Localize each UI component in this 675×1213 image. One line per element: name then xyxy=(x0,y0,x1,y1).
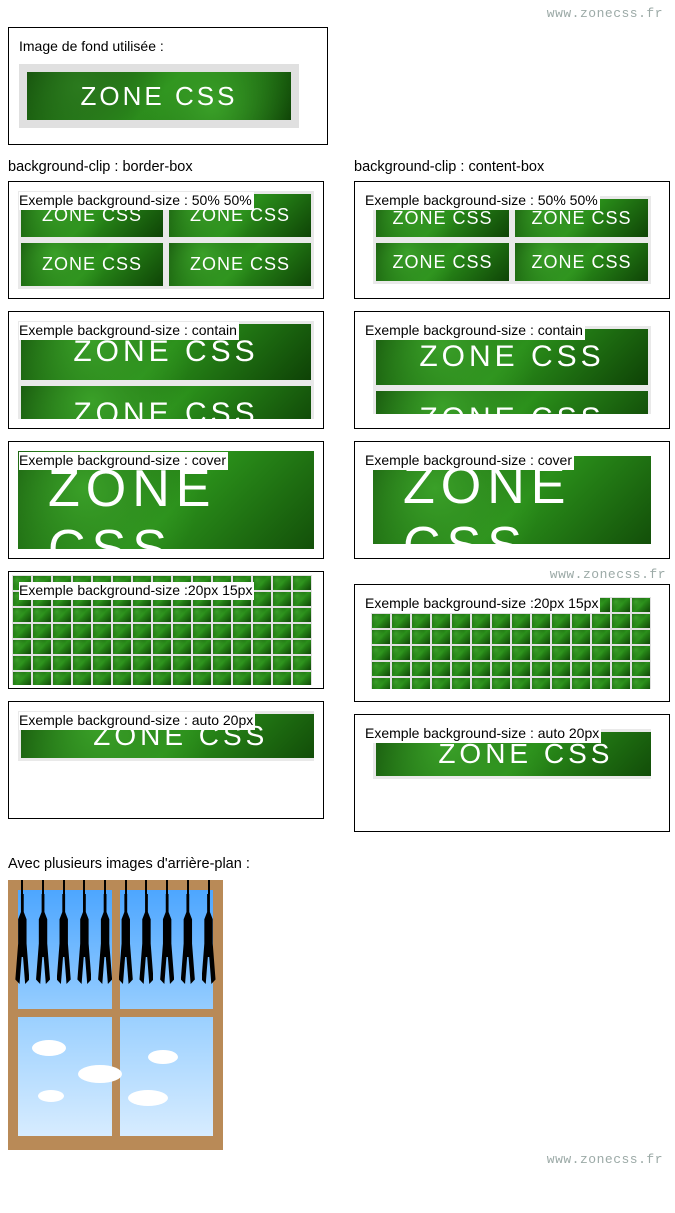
watermark-top: www.zonecss.fr xyxy=(8,6,663,21)
ex-caption: Exemple background-size : 50% 50% xyxy=(19,192,254,210)
ex-caption: Exemple background-size : cover xyxy=(365,452,574,470)
source-image-box: Image de fond utilisée : ZONE CSS xyxy=(8,27,328,145)
ex-caption: Exemple background-size : auto 20px xyxy=(19,712,255,730)
ex-caption: Exemple background-size : contain xyxy=(365,322,585,340)
ex-caption: Exemple background-size :20px 15px xyxy=(19,582,254,600)
multi-bg-window xyxy=(8,880,223,1150)
ex-cb-contain: ZONE CSS ZONE CSS Exemple background-siz… xyxy=(354,311,670,429)
ex-bb-2015: Exemple background-size :20px 15px xyxy=(8,571,324,689)
multi-bg-heading: Avec plusieurs images d'arrière-plan : xyxy=(8,856,667,872)
zone-css-badge: ZONE CSS xyxy=(19,64,299,128)
ex-cb-cover: ZONE CSS Exemple background-size : cover xyxy=(354,441,670,559)
watermark-bottom: www.zonecss.fr xyxy=(8,1152,663,1167)
ex-bb-cover: ZONE CSS Exemple background-size : cover xyxy=(8,441,324,559)
ex-cb-auto20: ZONE CSS ZONE CSS ZONE CSS Exemple backg… xyxy=(354,714,670,832)
badge-text: ZONE CSS xyxy=(81,81,238,112)
ex-caption: Exemple background-size :20px 15px xyxy=(365,595,600,613)
watermark-mid: www.zonecss.fr xyxy=(354,567,666,582)
ex-bb-5050: ZONE CSS ZONE CSS ZONE CSS ZONE CSS Exem… xyxy=(8,181,324,299)
col-border-box: background-clip : border-box ZONE CSS ZO… xyxy=(8,159,324,844)
col-head-left: background-clip : border-box xyxy=(8,159,324,175)
hanging-figures xyxy=(8,880,223,1020)
ex-caption: Exemple background-size : cover xyxy=(19,452,228,470)
col-head-right: background-clip : content-box xyxy=(354,159,670,175)
ex-caption: Exemple background-size : 50% 50% xyxy=(365,192,600,210)
ex-cb-2015: Exemple background-size :20px 15px xyxy=(354,584,670,702)
ex-bb-auto20: ZONE CSS ZONE CSS ZONE CSS Exemple backg… xyxy=(8,701,324,819)
ex-cb-5050: ZONE CSS ZONE CSS ZONE CSS ZONE CSS Exem… xyxy=(354,181,670,299)
col-content-box: background-clip : content-box ZONE CSS Z… xyxy=(354,159,670,844)
ex-caption: Exemple background-size : contain xyxy=(19,322,239,340)
ex-bb-contain: ZONE CSS ZONE CSS Exemple background-siz… xyxy=(8,311,324,429)
ex-caption: Exemple background-size : auto 20px xyxy=(365,725,601,743)
source-label: Image de fond utilisée : xyxy=(19,38,317,54)
